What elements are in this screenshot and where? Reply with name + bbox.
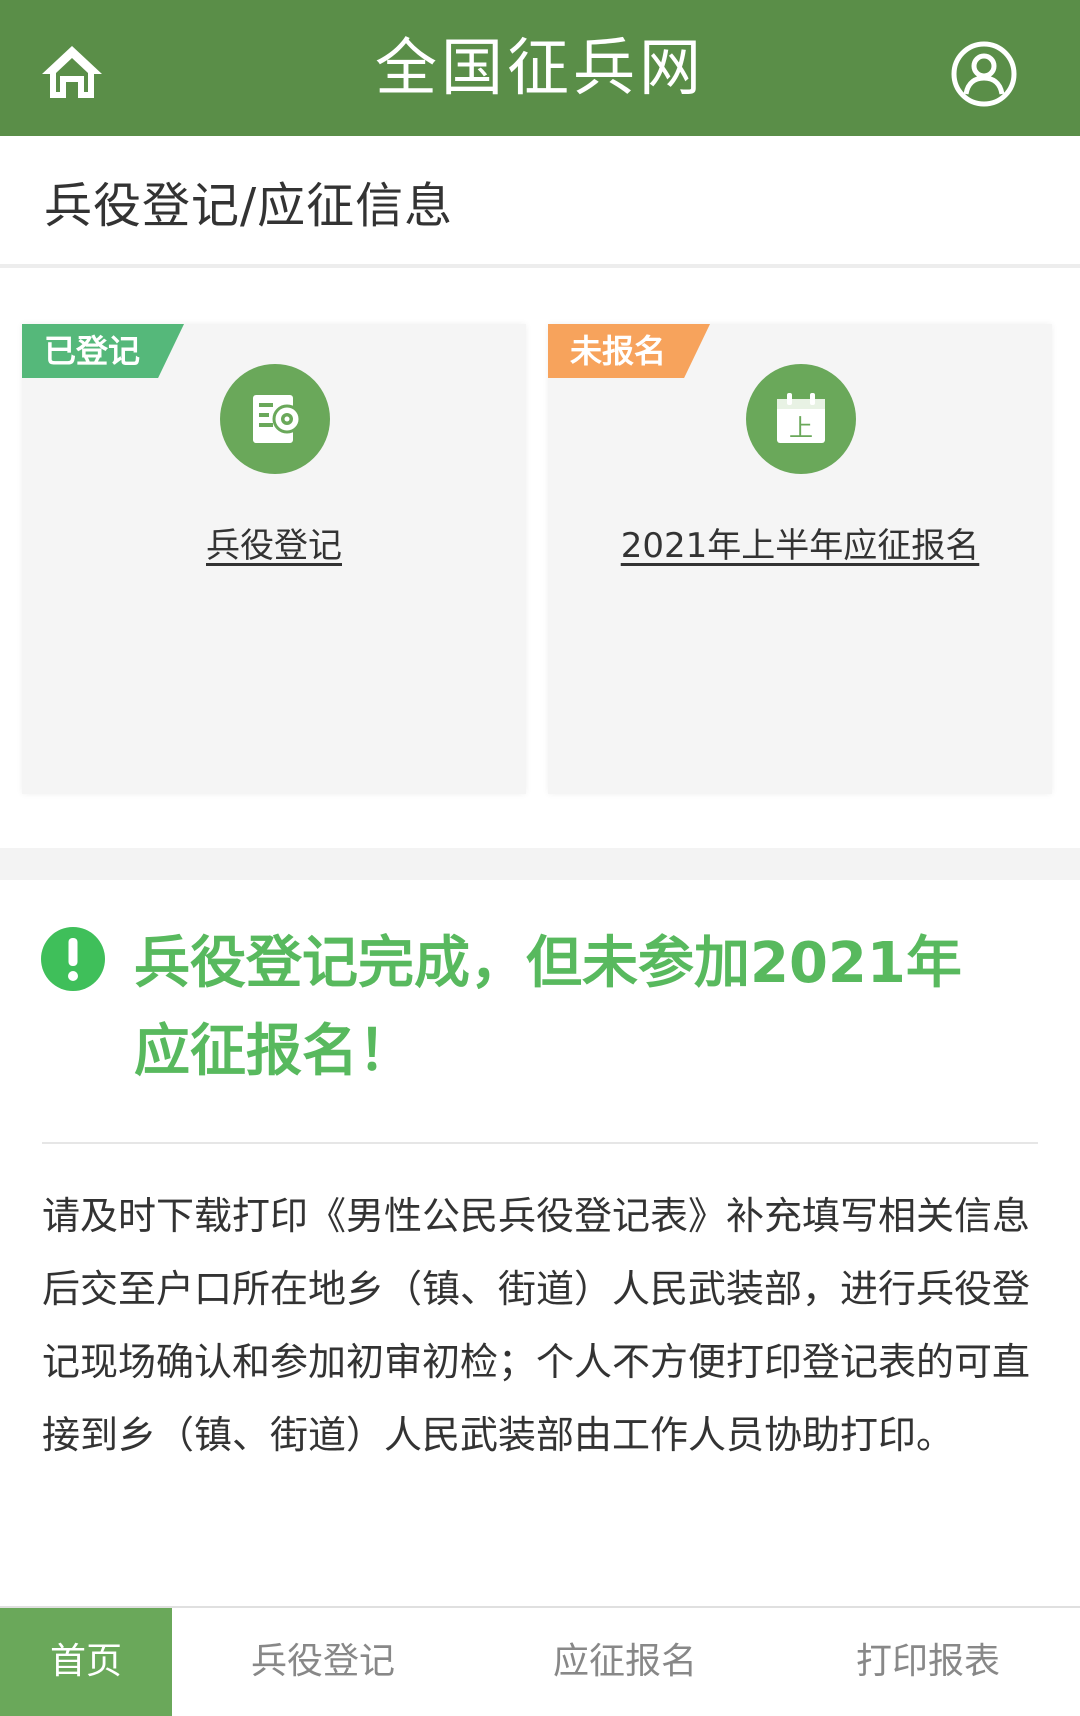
registration-link[interactable]: 兵役登记 bbox=[22, 518, 526, 567]
status-badge-registered: 已登记 bbox=[22, 324, 185, 378]
calendar-glyph: 上 bbox=[789, 414, 813, 442]
notice-body: 请及时下载打印《男性公民兵役登记表》补充填写相关信息后交至户口所在地乡（镇、街道… bbox=[42, 1194, 1031, 1457]
section-title: 兵役登记/应征信息 bbox=[44, 178, 454, 234]
registration-card[interactable]: 已登记 兵役登记 bbox=[22, 324, 526, 794]
cards-area: 已登记 兵役登记 未报名 上 2021年上半年应征报名 bbox=[0, 268, 1080, 848]
calendar-icon: 上 bbox=[746, 364, 856, 474]
notice-panel: 兵役登记完成，但未参加2021年应征报名！ 请及时下载打印《男性公民兵役登记表》… bbox=[0, 880, 1080, 1606]
section-header: 兵役登记/应征信息 bbox=[0, 136, 1080, 268]
exclamation-circle-icon bbox=[40, 926, 106, 992]
top-app-bar: 全国征兵网 bbox=[0, 0, 1080, 136]
registration-form-icon bbox=[220, 364, 330, 474]
section-divider-band bbox=[0, 848, 1080, 880]
notice-divider bbox=[42, 1142, 1038, 1144]
status-badge-unregistered: 未报名 bbox=[548, 324, 711, 378]
nav-home[interactable]: 首页 bbox=[0, 1608, 172, 1716]
user-circle-icon[interactable] bbox=[950, 40, 1018, 108]
enlistment-card[interactable]: 未报名 上 2021年上半年应征报名 bbox=[548, 324, 1052, 794]
nav-registration[interactable]: 兵役登记 bbox=[172, 1608, 474, 1716]
enlistment-link[interactable]: 2021年上半年应征报名 bbox=[548, 518, 1052, 567]
nav-enlistment[interactable]: 应征报名 bbox=[474, 1608, 776, 1716]
nav-print-forms[interactable]: 打印报表 bbox=[776, 1608, 1080, 1716]
app-title: 全国征兵网 bbox=[374, 31, 705, 104]
notice-title: 兵役登记完成，但未参加2021年应征报名！ bbox=[134, 931, 962, 1084]
bottom-nav: 首页 兵役登记 应征报名 打印报表 bbox=[0, 1606, 1080, 1716]
